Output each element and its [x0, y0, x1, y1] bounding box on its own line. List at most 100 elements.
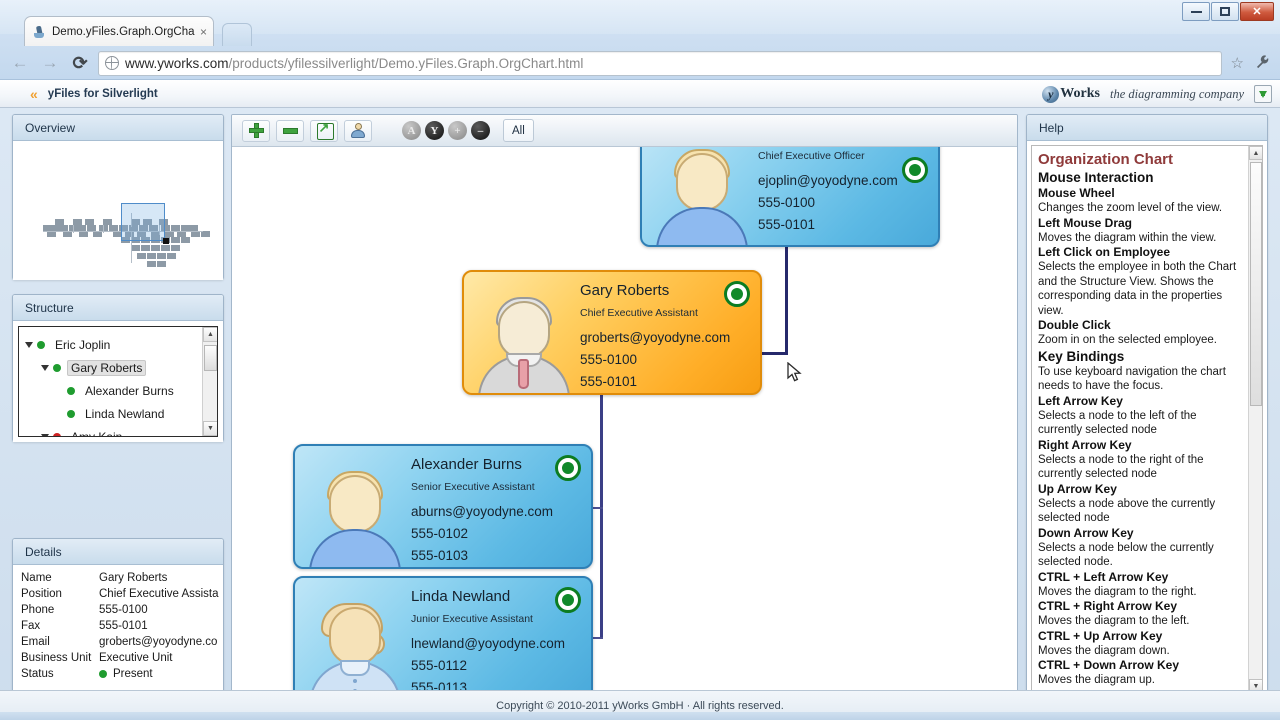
address-bar-row: ← → ⟳ www.yworks.com/products/yfilessilv…	[0, 46, 1280, 80]
fit-content-button[interactable]	[310, 119, 338, 142]
details-key: Phone	[21, 604, 55, 616]
app-header: « yFiles for Silverlight y Works the dia…	[0, 80, 1280, 108]
filter-button-group: A Y + –	[402, 121, 490, 140]
help-h2: Mouse Interaction	[1038, 170, 1154, 185]
details-value: Present	[99, 668, 153, 680]
tab-title: Demo.yFiles.Graph.OrgCha	[52, 25, 195, 38]
fit-content-icon	[316, 120, 334, 140]
help-p: Zoom in on the selected employee.	[1038, 334, 1217, 346]
details-panel-title: Details	[13, 539, 223, 565]
help-h3: CTRL + Down Arrow Key	[1038, 658, 1180, 672]
overview-mini-node	[151, 245, 160, 251]
new-tab-button[interactable]	[222, 23, 252, 46]
expand-arrow-icon[interactable]	[25, 341, 33, 348]
status-badge-linda	[555, 587, 581, 613]
overview-mini-node	[171, 237, 180, 243]
download-button[interactable]	[1254, 85, 1272, 103]
org-node-linda-newland[interactable]: Linda Newland Junior Executive Assistant…	[293, 576, 593, 697]
minus-icon	[282, 127, 298, 134]
structure-item-eric-joplin[interactable]: Eric Joplin	[19, 333, 202, 356]
app-body: Overview Structure Eric Joplin Gary Rober…	[0, 108, 1280, 720]
structure-item-linda-newland[interactable]: Linda Newland	[19, 402, 202, 425]
zoom-out-button[interactable]	[276, 119, 304, 142]
avatar-gary-roberts	[476, 297, 572, 393]
overview-viewport-rect[interactable]	[121, 203, 165, 241]
wrench-icon[interactable]	[1253, 54, 1272, 73]
overview-resize-handle[interactable]	[163, 238, 169, 244]
details-value: 555-0101	[99, 620, 148, 632]
mouse-cursor	[787, 361, 803, 384]
structure-panel: Structure Eric Joplin Gary Roberts Alexand…	[12, 294, 224, 442]
help-scrollbar[interactable]: ▲ ▼	[1248, 146, 1262, 693]
plus-icon	[248, 123, 264, 138]
structure-panel-title: Structure	[13, 295, 223, 321]
wrench-glyph	[1256, 54, 1269, 68]
details-row: Position Chief Executive Assista	[21, 586, 219, 602]
status-dot-icon	[99, 670, 107, 678]
zoom-in-button[interactable]	[242, 119, 270, 142]
expand-arrow-icon[interactable]	[41, 364, 49, 371]
structure-tree[interactable]: Eric Joplin Gary Roberts Alexander Burns Li…	[18, 326, 218, 437]
status-badge-alex	[555, 455, 581, 481]
details-value: Gary Roberts	[99, 572, 168, 584]
details-key: Status	[21, 668, 54, 680]
details-key: Position	[21, 588, 62, 600]
status-dot-icon	[53, 432, 61, 436]
status-badge-ceo	[902, 157, 928, 183]
structure-item-gary-roberts[interactable]: Gary Roberts	[19, 356, 202, 379]
structure-scrollbar[interactable]: ▲ ▼	[202, 327, 217, 436]
show-employee-button[interactable]	[344, 119, 372, 142]
yworks-logo-ball: y	[1042, 85, 1060, 103]
reload-icon[interactable]: ⟳	[68, 51, 92, 75]
help-content-box[interactable]: Organization Chart Mouse Interaction Mous…	[1031, 145, 1263, 694]
scroll-thumb[interactable]	[204, 345, 217, 371]
address-input[interactable]: www.yworks.com/products/yfilessilverligh…	[98, 50, 1222, 76]
help-h2: Key Bindings	[1038, 348, 1125, 364]
scroll-down-icon[interactable]: ▼	[203, 421, 217, 436]
help-scroll-up-icon[interactable]: ▲	[1249, 146, 1262, 160]
help-h3: Double Click	[1038, 318, 1111, 332]
scroll-up-icon[interactable]: ▲	[203, 327, 217, 342]
overview-mini-node	[55, 219, 64, 225]
filter-button-a[interactable]: A	[402, 121, 421, 140]
org-chart-canvas[interactable]: Chief Executive Officer ejoplin@yoyodyne…	[232, 147, 1017, 697]
overview-mini-link	[103, 225, 104, 233]
help-panel-body: Organization Chart Mouse Interaction Mous…	[1027, 141, 1267, 698]
help-h3: Mouse Wheel	[1038, 186, 1115, 200]
org-node-gary-roberts[interactable]: Gary Roberts Chief Executive Assistant g…	[462, 270, 762, 395]
back-icon[interactable]: ←	[8, 51, 32, 75]
org-node-alex-phone: 555-0102	[411, 526, 469, 541]
filter-button-y[interactable]: Y	[425, 121, 444, 140]
collapse-chevrons-icon[interactable]: «	[30, 86, 38, 102]
org-node-alexander-burns[interactable]: Alexander Burns Senior Executive Assista…	[293, 444, 593, 569]
help-p: To use keyboard navigation the chart nee…	[1038, 365, 1226, 393]
overview-canvas[interactable]	[13, 141, 223, 280]
filter-button-+[interactable]: +	[448, 121, 467, 140]
help-panel-title: Help	[1027, 115, 1267, 141]
org-node-alex-email: aburns@yoyodyne.com	[411, 504, 554, 519]
help-h3: Left Mouse Drag	[1038, 215, 1133, 230]
structure-item-alexander-burns[interactable]: Alexander Burns	[19, 379, 202, 402]
browser-window: ✕ Demo.yFiles.Graph.OrgCha × ← → ⟳ www.y…	[0, 0, 1280, 720]
org-node-linda-position: Junior Executive Assistant	[411, 613, 533, 625]
tab-close-icon[interactable]: ×	[200, 25, 207, 39]
url-host: www.yworks.com	[125, 55, 229, 71]
details-row: Email groberts@yoyodyne.co	[21, 634, 219, 650]
download-icon	[1259, 90, 1267, 98]
structure-item-label: Alexander Burns	[85, 383, 174, 398]
help-p: Selects a node above the currently selec…	[1038, 497, 1216, 525]
forward-icon[interactable]: →	[38, 51, 62, 75]
status-dot-icon	[67, 386, 75, 395]
help-p: Moves the diagram within the view.	[1038, 231, 1217, 244]
browser-tab[interactable]: Demo.yFiles.Graph.OrgCha ×	[24, 16, 214, 46]
details-value-text: Present	[113, 668, 153, 680]
structure-item-amy-kain[interactable]: Amy Kain	[19, 425, 202, 436]
expand-arrow-icon[interactable]	[41, 433, 49, 436]
filter-button-–[interactable]: –	[471, 121, 490, 140]
overview-mini-node	[181, 237, 190, 243]
bookmark-star-icon[interactable]: ☆	[1228, 54, 1247, 72]
show-all-button[interactable]: All	[503, 119, 534, 142]
details-key: Fax	[21, 620, 41, 632]
org-node-ceo[interactable]: Chief Executive Officer ejoplin@yoyodyne…	[640, 147, 940, 247]
help-scroll-thumb[interactable]	[1250, 162, 1262, 406]
